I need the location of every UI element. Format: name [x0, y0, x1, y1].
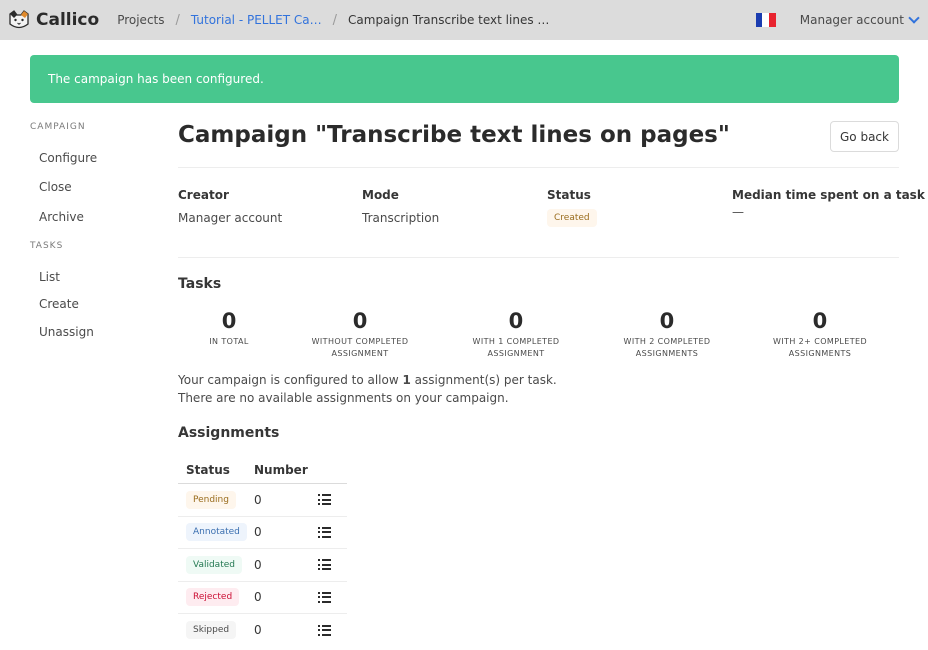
config-text-before: Your campaign is configured to allow: [178, 373, 403, 387]
median-label: Median time spent on a task: [732, 188, 925, 202]
table-row: Annotated 0: [178, 517, 347, 549]
stat-with-2plus-completed: 0 WITH 2+ COMPLETED ASSIGNMENTS: [773, 310, 867, 360]
assignment-count: 0: [254, 492, 262, 507]
assignments-title: Assignments: [178, 425, 280, 441]
flag-stripe-white: [762, 13, 770, 27]
assignments-table: Status Number Pending 0 Annotated 0 Vali…: [178, 456, 347, 647]
stat-label: ASSIGNMENTS: [788, 349, 852, 358]
config-text-after: assignment(s) per task.: [410, 373, 557, 387]
stat-value: 0: [812, 309, 828, 333]
stat-value: 0: [659, 309, 675, 333]
stat-total: 0 IN TOTAL: [209, 310, 248, 348]
list-icon[interactable]: [318, 624, 331, 636]
page-title: Campaign "Transcribe text lines on pages…: [178, 122, 730, 148]
stat-label: ASSIGNMENTS: [635, 349, 699, 358]
sidebar-item-configure[interactable]: Configure: [30, 151, 97, 165]
menu-label-campaign: CAMPAIGN: [30, 122, 86, 132]
table-row: Skipped 0: [178, 614, 347, 647]
status-badge-rejected: Rejected: [186, 588, 240, 607]
mode-label: Mode: [362, 188, 399, 202]
stat-with-2-completed: 0 WITH 2 COMPLETED ASSIGNMENTS: [624, 310, 711, 360]
sidebar-item-unassign[interactable]: Unassign: [30, 325, 94, 339]
stat-label: IN TOTAL: [209, 337, 249, 346]
assignment-count: 0: [254, 525, 262, 540]
status-badge-skipped: Skipped: [186, 621, 237, 640]
app-logo[interactable]: Callico: [8, 10, 99, 30]
breadcrumb-project[interactable]: Tutorial - PELLET Ca…: [191, 13, 322, 27]
header-number: Number: [254, 462, 308, 477]
assignment-count: 0: [254, 557, 262, 572]
stat-value: 0: [352, 309, 368, 333]
breadcrumb: Projects / Tutorial - PELLET Ca… / Campa…: [117, 13, 549, 28]
sidebar-item-create[interactable]: Create: [30, 297, 79, 311]
info-status: Status Created: [547, 188, 597, 227]
creator-label: Creator: [178, 188, 229, 202]
list-icon[interactable]: [318, 526, 331, 538]
sidebar-item-archive[interactable]: Archive: [30, 210, 84, 224]
breadcrumb-separator: /: [332, 12, 338, 28]
table-header: Status Number: [178, 456, 347, 484]
config-text: Your campaign is configured to allow 1 a…: [178, 371, 557, 389]
info-creator: Creator Manager account: [178, 188, 282, 225]
stat-label: WITH 2 COMPLETED: [623, 337, 711, 346]
list-icon[interactable]: [318, 494, 331, 506]
french-flag-icon[interactable]: [755, 13, 776, 27]
assignment-count: 0: [254, 590, 262, 605]
mode-value: Transcription: [362, 211, 440, 225]
stat-without-completed: 0 WITHOUT COMPLETED ASSIGNMENT: [312, 310, 409, 360]
breadcrumb-projects[interactable]: Projects: [117, 13, 164, 27]
status-badge-pending: Pending: [186, 490, 236, 509]
divider: [178, 257, 899, 258]
stat-with-1-completed: 0 WITH 1 COMPLETED ASSIGNMENT: [473, 310, 560, 360]
status-badge-annotated: Annotated: [186, 523, 247, 542]
account-name: Manager account: [799, 13, 904, 27]
flag-stripe-red: [769, 13, 776, 27]
stat-label: ASSIGNMENT: [331, 349, 389, 358]
assignment-count: 0: [254, 623, 262, 638]
divider: [178, 167, 899, 168]
stat-label: ASSIGNMENT: [487, 349, 545, 358]
stat-label: WITHOUT COMPLETED: [311, 337, 409, 346]
breadcrumb-separator: /: [175, 12, 180, 28]
stat-value: 0: [221, 309, 237, 333]
menu-label-tasks: TASKS: [30, 241, 64, 251]
chevron-down-icon: [908, 12, 920, 24]
stat-label: WITH 1 COMPLETED: [472, 337, 560, 346]
breadcrumb-current: Campaign Transcribe text lines …: [348, 13, 550, 27]
navbar: Callico Projects / Tutorial - PELLET Ca……: [0, 0, 928, 40]
header-status: Status: [186, 462, 230, 477]
info-mode: Mode Transcription: [362, 188, 439, 225]
stat-value: 0: [508, 309, 524, 333]
info-median: Median time spent on a task —: [732, 188, 925, 219]
cat-logo-icon: [9, 10, 29, 29]
list-icon[interactable]: [318, 559, 331, 571]
table-row: Rejected 0: [178, 582, 347, 614]
table-row: Pending 0: [178, 484, 347, 517]
median-value: —: [732, 205, 744, 219]
app-name: Callico: [36, 10, 100, 30]
sidebar-item-list[interactable]: List: [30, 270, 60, 284]
config-count: 1: [402, 373, 411, 387]
tasks-title: Tasks: [178, 276, 222, 292]
success-notification: The campaign has been configured.: [30, 55, 899, 103]
stat-label: WITH 2+ COMPLETED: [772, 337, 868, 346]
go-back-button[interactable]: Go back: [830, 121, 899, 152]
account-menu[interactable]: Manager account: [799, 12, 920, 27]
table-row: Validated 0: [178, 549, 347, 582]
list-icon[interactable]: [318, 591, 331, 603]
sidebar-item-close[interactable]: Close: [30, 180, 72, 194]
no-assignments-text: There are no available assignments on yo…: [178, 391, 509, 405]
notification-text: The campaign has been configured.: [48, 72, 264, 86]
status-badge: Created: [547, 209, 597, 227]
status-label: Status: [547, 188, 591, 202]
status-badge-validated: Validated: [186, 555, 242, 574]
flag-stripe-blue: [755, 13, 763, 27]
creator-value: Manager account: [178, 211, 283, 225]
